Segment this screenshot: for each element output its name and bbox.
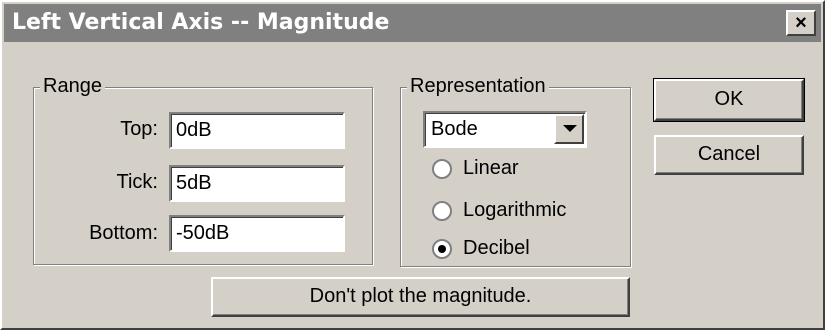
- representation-group: Representation Bode Linear Logarithmic D…: [400, 74, 631, 267]
- radio-linear-label: Linear: [463, 157, 519, 179]
- representation-selected-value: Bode: [431, 118, 478, 140]
- bottom-input[interactable]: -50dB: [169, 215, 345, 252]
- radio-circle-icon: [432, 159, 452, 179]
- window-title: Left Vertical Axis -- Magnitude: [12, 10, 390, 35]
- ok-button[interactable]: OK: [653, 78, 805, 122]
- close-icon: ×: [795, 12, 807, 34]
- close-button[interactable]: ×: [786, 10, 816, 36]
- radio-circle-icon: [432, 201, 452, 221]
- dropdown-button[interactable]: [554, 114, 584, 144]
- tick-input[interactable]: 5dB: [169, 165, 345, 202]
- top-label: Top:: [120, 118, 158, 140]
- radio-selected-icon: [432, 239, 452, 259]
- tick-label: Tick:: [116, 171, 158, 193]
- dialog-window: Left Vertical Axis -- Magnitude × Range …: [0, 0, 825, 330]
- representation-legend: Representation: [407, 74, 549, 98]
- radio-logarithmic-label: Logarithmic: [463, 199, 567, 221]
- top-input[interactable]: 0dB: [169, 112, 345, 149]
- dont-plot-button[interactable]: Don't plot the magnitude.: [211, 277, 630, 317]
- chevron-down-icon: [563, 125, 577, 132]
- range-group: Range Top: 0dB Tick: 5dB Bottom: -50dB: [33, 74, 373, 265]
- cancel-button[interactable]: Cancel: [654, 135, 804, 175]
- radio-decibel-label: Decibel: [463, 237, 530, 259]
- representation-select[interactable]: Bode: [423, 111, 587, 148]
- range-legend: Range: [40, 74, 105, 98]
- bottom-label: Bottom:: [89, 222, 158, 244]
- title-bar[interactable]: Left Vertical Axis -- Magnitude ×: [4, 4, 821, 42]
